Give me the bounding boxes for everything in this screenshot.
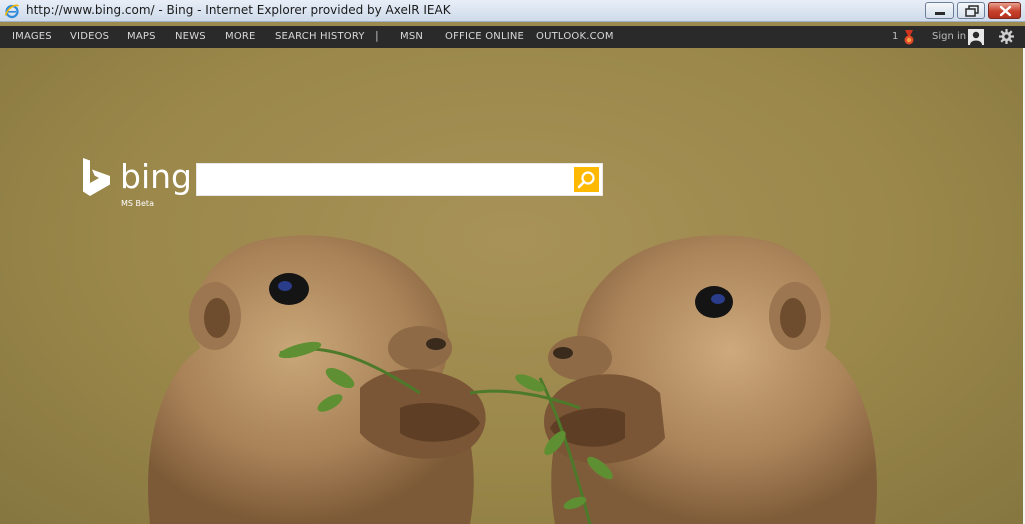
window-title: http://www.bing.com/ - Bing - Internet E… bbox=[26, 3, 451, 17]
nav-maps[interactable]: MAPS bbox=[127, 31, 156, 42]
search-box bbox=[196, 163, 603, 196]
restore-icon bbox=[965, 5, 979, 17]
nav-outlook[interactable]: OUTLOOK.COM bbox=[536, 31, 614, 42]
prairie-dogs-photo bbox=[148, 235, 877, 524]
rewards-count[interactable]: 1 bbox=[892, 31, 898, 42]
logo-subtitle: MS Beta bbox=[121, 199, 154, 208]
browser-window: http://www.bing.com/ - Bing - Internet E… bbox=[0, 0, 1025, 524]
nav-msn[interactable]: MSN bbox=[400, 31, 423, 42]
gear-icon[interactable] bbox=[999, 29, 1014, 44]
bing-logo-mark-icon bbox=[83, 158, 110, 196]
nav-more[interactable]: MORE bbox=[225, 31, 256, 42]
bing-wordmark: bing bbox=[120, 157, 192, 196]
search-input[interactable] bbox=[201, 167, 575, 194]
minimize-icon bbox=[935, 12, 945, 15]
minimize-button[interactable] bbox=[925, 2, 954, 19]
search-button[interactable] bbox=[574, 167, 599, 192]
title-bar: http://www.bing.com/ - Bing - Internet E… bbox=[0, 0, 1025, 22]
nav-separator: | bbox=[375, 29, 379, 42]
nav-search-history[interactable]: SEARCH HISTORY bbox=[275, 31, 365, 42]
rewards-medal-icon[interactable] bbox=[902, 30, 916, 46]
top-nav: IMAGES VIDEOS MAPS NEWS MORE SEARCH HIST… bbox=[0, 26, 1025, 48]
nav-office-online[interactable]: OFFICE ONLINE bbox=[445, 31, 524, 42]
maximize-button[interactable] bbox=[957, 2, 985, 19]
close-button[interactable] bbox=[988, 2, 1021, 19]
nav-images[interactable]: IMAGES bbox=[12, 31, 52, 42]
nav-videos[interactable]: VIDEOS bbox=[70, 31, 109, 42]
user-avatar-icon[interactable] bbox=[968, 29, 984, 45]
search-icon bbox=[577, 171, 595, 189]
close-icon bbox=[999, 5, 1012, 17]
sign-in-link[interactable]: Sign in bbox=[932, 31, 966, 42]
ie-icon bbox=[4, 4, 19, 19]
bing-logo[interactable]: bing MS Beta bbox=[81, 157, 192, 209]
nav-news[interactable]: NEWS bbox=[175, 31, 206, 42]
